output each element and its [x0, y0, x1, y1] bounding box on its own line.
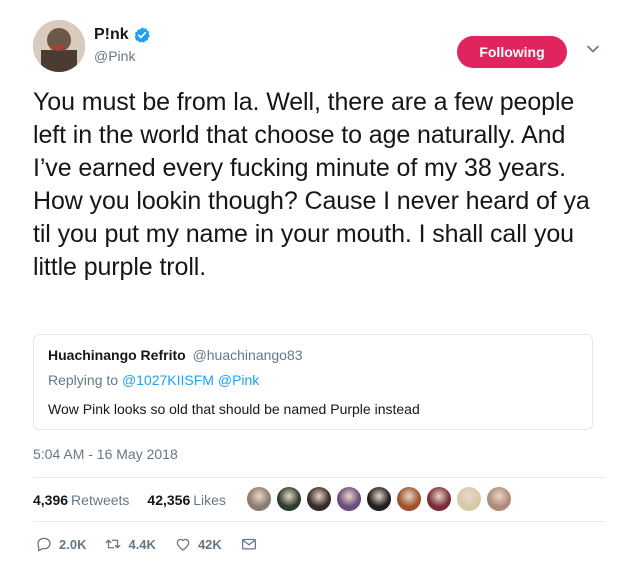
likes-label: Likes	[193, 492, 226, 508]
like-count: 42K	[197, 536, 222, 552]
replying-to: Replying to @1027KIISFM @Pink	[48, 372, 259, 388]
liker-avatar[interactable]	[426, 486, 452, 512]
reply-icon	[37, 537, 51, 552]
replying-to-links[interactable]: @1027KIISFM @Pink	[122, 372, 259, 388]
timestamp[interactable]: 5:04 AM - 16 May 2018	[33, 446, 178, 462]
like-action[interactable]: 42K	[174, 535, 222, 553]
liker-avatar[interactable]	[396, 486, 422, 512]
quoted-tweet[interactable]: Huachinango Refrito @huachinango83 Reply…	[33, 334, 593, 430]
author-names: P!nk @Pink	[94, 26, 151, 64]
retweet-action[interactable]: 4.4K	[104, 535, 156, 553]
chevron-down-icon[interactable]	[586, 42, 600, 56]
verified-icon	[133, 26, 151, 44]
retweets-count: 4,396	[33, 492, 69, 508]
tweet-header: NK P!nk @Pink Following	[33, 20, 613, 76]
direct-message-action[interactable]	[240, 535, 264, 553]
retweet-count: 4.4K	[128, 536, 156, 552]
liker-avatar[interactable]	[456, 486, 482, 512]
quoted-author: Huachinango Refrito @huachinango83	[48, 347, 303, 363]
divider	[33, 521, 605, 522]
liker-avatar[interactable]	[486, 486, 512, 512]
liker-avatar[interactable]	[276, 486, 302, 512]
message-icon	[241, 538, 256, 550]
heart-icon	[176, 538, 190, 551]
reply-count: 2.0K	[59, 536, 87, 552]
quoted-handle: @huachinango83	[192, 347, 303, 363]
tweet-actions: 2.0K 4.4K 42K	[35, 535, 282, 553]
likes-stat[interactable]: 42,356 Likes	[147, 492, 226, 508]
reply-action[interactable]: 2.0K	[35, 535, 86, 553]
liker-avatar[interactable]	[246, 486, 272, 512]
display-name[interactable]: P!nk	[94, 26, 129, 44]
replying-prefix: Replying to	[48, 372, 119, 388]
likes-count: 42,356	[147, 492, 191, 508]
tweet-stats: 4,396 Retweets 42,356 Likes	[33, 490, 244, 510]
liker-avatar[interactable]	[336, 486, 362, 512]
svg-text:NK: NK	[52, 43, 67, 54]
quoted-text: Wow Pink looks so old that should be nam…	[48, 401, 420, 417]
liker-avatars	[246, 486, 516, 512]
avatar[interactable]: NK	[33, 20, 85, 72]
handle[interactable]: @Pink	[94, 48, 151, 64]
retweets-label: Retweets	[71, 492, 130, 508]
retweet-icon	[106, 539, 121, 549]
following-button[interactable]: Following	[457, 36, 567, 68]
liker-avatar[interactable]	[306, 486, 332, 512]
liker-avatar[interactable]	[366, 486, 392, 512]
tweet-text: You must be from la. Well, there are a f…	[33, 88, 590, 281]
quoted-name: Huachinango Refrito	[48, 347, 186, 363]
retweets-stat[interactable]: 4,396 Retweets	[33, 492, 129, 508]
divider	[33, 477, 605, 478]
